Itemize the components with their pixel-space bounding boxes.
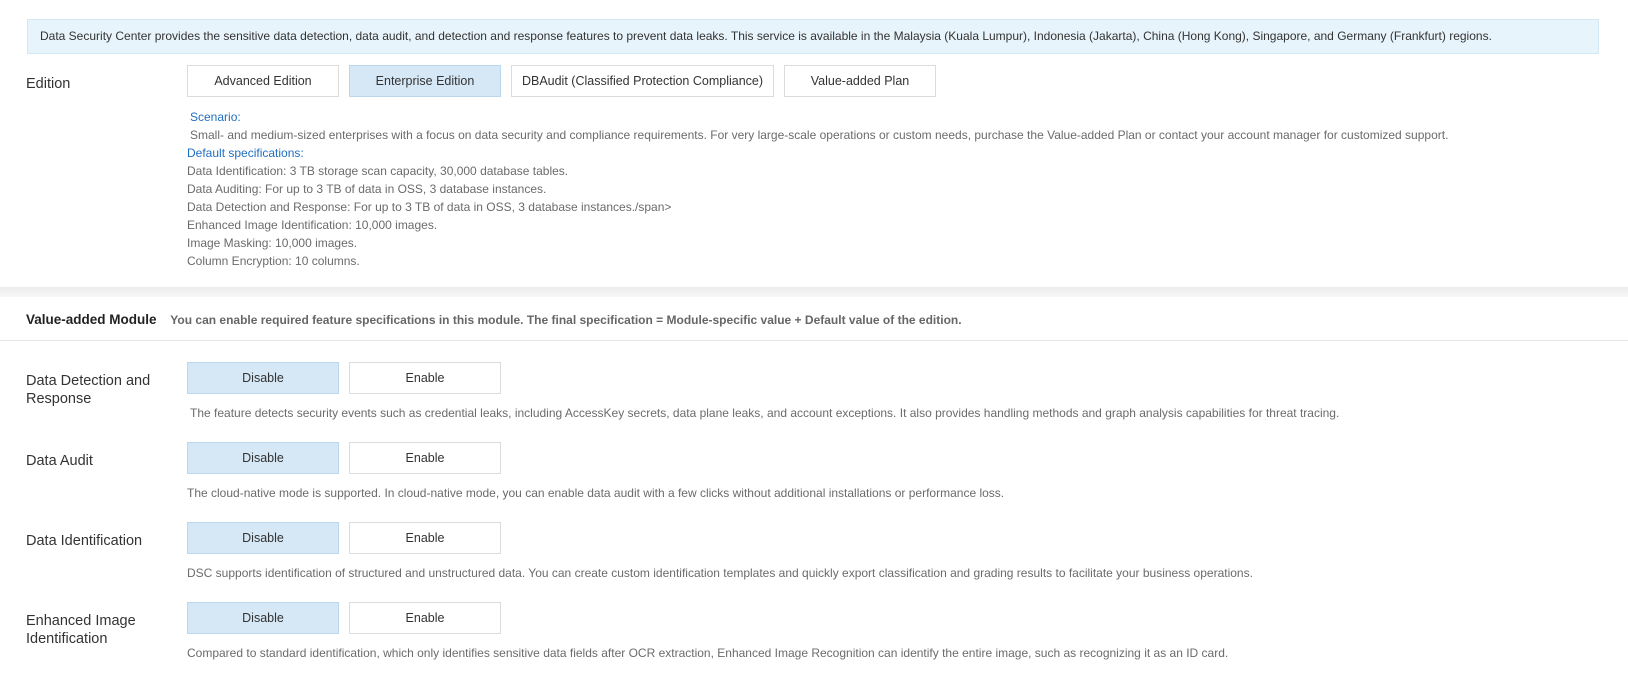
identification-label: Data Identification (26, 533, 143, 549)
section-divider (0, 287, 1628, 297)
edition-enterprise-button[interactable]: Enterprise Edition (349, 65, 501, 97)
scenario-heading: Scenario: (190, 110, 241, 124)
notice-text: Data Security Center provides the sensit… (40, 29, 1492, 43)
audit-enable-button[interactable]: Enable (349, 442, 501, 474)
image-identification-disable-button[interactable]: Disable (187, 602, 339, 634)
specs-heading: Default specifications: (187, 146, 304, 160)
module-header: Value-added Module You can enable requir… (26, 312, 962, 327)
image-identification-description: Compared to standard identification, whi… (187, 646, 1229, 660)
edition-value-added-button[interactable]: Value-added Plan (784, 65, 936, 97)
audit-label: Data Audit (26, 453, 93, 469)
identification-enable-button[interactable]: Enable (349, 522, 501, 554)
spec-item: Enhanced Image Identification: 10,000 im… (187, 218, 438, 232)
audit-description: The cloud-native mode is supported. In c… (187, 486, 1005, 500)
info-notice-banner: Data Security Center provides the sensit… (27, 19, 1599, 54)
spec-item: Data Auditing: For up to 3 TB of data in… (187, 182, 547, 196)
ddr-label: Data Detection and Response (26, 373, 151, 407)
audit-disable-button[interactable]: Disable (187, 442, 339, 474)
image-identification-label: Enhanced Image Identification (26, 613, 136, 647)
image-identification-enable-button[interactable]: Enable (349, 602, 501, 634)
identification-description: DSC supports identification of structure… (187, 566, 1253, 580)
ddr-description: The feature detects security events such… (190, 406, 1340, 420)
edition-spec-block: Scenario: Small- and medium-sized enterp… (187, 108, 1587, 270)
spec-item: Column Encryption: 10 columns. (187, 254, 360, 268)
ddr-disable-button[interactable]: Disable (187, 362, 339, 394)
spec-item: Image Masking: 10,000 images. (187, 236, 358, 250)
edition-label: Edition (26, 76, 71, 92)
edition-advanced-button[interactable]: Advanced Edition (187, 65, 339, 97)
spec-item: Data Identification: 3 TB storage scan c… (187, 164, 569, 178)
edition-dbaudit-button[interactable]: DBAudit (Classified Protection Complianc… (511, 65, 774, 97)
module-subtitle: You can enable required feature specific… (170, 313, 962, 327)
identification-disable-button[interactable]: Disable (187, 522, 339, 554)
module-title: Value-added Module (26, 312, 157, 327)
ddr-enable-button[interactable]: Enable (349, 362, 501, 394)
module-divider (0, 340, 1628, 341)
scenario-text: Small- and medium-sized enterprises with… (190, 128, 1449, 142)
spec-item: Data Detection and Response: For up to 3… (187, 200, 672, 214)
